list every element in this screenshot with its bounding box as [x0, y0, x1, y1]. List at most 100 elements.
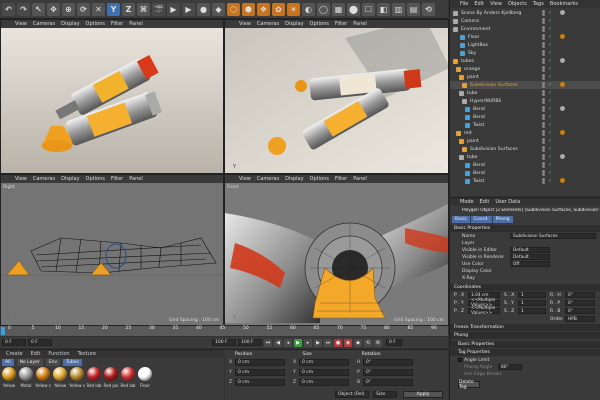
- om-menu-bookmarks[interactable]: Bookmarks: [550, 1, 578, 7]
- coord-s-input[interactable]: 1: [518, 308, 546, 314]
- material-swatch[interactable]: [53, 367, 67, 381]
- check-icon[interactable]: ✓: [548, 26, 553, 32]
- vp-menu-filter[interactable]: Filter: [111, 176, 123, 182]
- toolbar-tool-icon[interactable]: 🎬: [152, 2, 165, 16]
- coord-size-input[interactable]: 0 cm: [299, 369, 349, 376]
- coord-position-input[interactable]: 0 cm: [235, 359, 285, 366]
- check-icon[interactable]: ✓: [548, 42, 553, 48]
- object-tree-row[interactable]: Bend ✓: [450, 113, 600, 121]
- next-key-button[interactable]: ▶: [314, 338, 322, 347]
- check-icon[interactable]: ✓: [548, 10, 553, 16]
- visibility-dot-icon[interactable]: [542, 69, 545, 72]
- frame-end2-field[interactable]: 100 F: [238, 339, 262, 346]
- coord-s-input[interactable]: 1: [518, 300, 546, 306]
- visibility-dot-icon[interactable]: [542, 173, 545, 176]
- visibility-dot-icon[interactable]: [542, 45, 545, 48]
- toolbar-tool-icon[interactable]: ⟲: [422, 2, 435, 16]
- frame-end-field[interactable]: 100 F: [212, 339, 236, 346]
- visibility-dot-icon[interactable]: [542, 77, 545, 80]
- toolbar-tool-icon[interactable]: ⟳: [77, 2, 90, 16]
- loop-button[interactable]: ⟲: [364, 338, 372, 347]
- check-icon[interactable]: ✓: [548, 18, 553, 24]
- toolbar-tool-icon[interactable]: ↷: [17, 2, 30, 16]
- property-value-input[interactable]: Subdivision Surfaces: [510, 233, 596, 239]
- material-swatch[interactable]: [2, 367, 16, 381]
- toolbar-tool-icon[interactable]: Z: [122, 2, 135, 16]
- vp-menu-view[interactable]: View: [15, 21, 27, 27]
- om-menu-view[interactable]: View: [490, 1, 502, 7]
- object-tree-row[interactable]: Hyper/NURBS ✓: [450, 97, 600, 105]
- visibility-dot-icon[interactable]: [542, 29, 545, 32]
- vp-menu-cameras[interactable]: Cameras: [33, 176, 55, 182]
- mat-menu-create[interactable]: Create: [6, 351, 23, 357]
- material-swatch[interactable]: [121, 367, 135, 381]
- timeline-ruler[interactable]: 0 5 10 15 20 25 30 35 40 45 50 55 60 65 70 75 80 85 90: [0, 326, 448, 336]
- check-icon[interactable]: ✓: [548, 114, 553, 120]
- object-tree-row[interactable]: orange ✓: [450, 65, 600, 73]
- toolbar-tool-icon[interactable]: Y: [107, 2, 120, 16]
- visibility-dot-icon[interactable]: [542, 117, 545, 120]
- object-tree-row[interactable]: Scene By Anders Kjellberg ✓: [450, 9, 600, 17]
- prev-key-button[interactable]: ◀: [274, 338, 282, 347]
- mat-menu-function[interactable]: Function: [48, 351, 69, 357]
- toolbar-tool-icon[interactable]: ☀: [287, 2, 300, 16]
- toolbar-tool-icon[interactable]: ⬤: [347, 2, 360, 16]
- viewport-front[interactable]: View Cameras Display Options Filter Pane…: [224, 174, 449, 326]
- check-icon[interactable]: ✓: [548, 154, 553, 160]
- order-select[interactable]: HPB: [565, 316, 595, 322]
- check-icon[interactable]: ✓: [548, 50, 553, 56]
- object-tree-row[interactable]: Environment ✓: [450, 25, 600, 33]
- om-menu-file[interactable]: File: [460, 1, 468, 7]
- vp-menu-display[interactable]: Display: [285, 176, 303, 182]
- go-end-button[interactable]: ⏭: [324, 338, 332, 347]
- vp-menu-panel[interactable]: Panel: [353, 176, 367, 182]
- object-tree-row[interactable]: tube ✓: [450, 89, 600, 97]
- vp-menu-filter[interactable]: Filter: [335, 176, 347, 182]
- check-icon[interactable]: ✓: [548, 162, 553, 168]
- toolbar-tool-icon[interactable]: ↶: [2, 2, 15, 16]
- object-tree-row[interactable]: Floor ✓: [450, 33, 600, 41]
- vp-menu-options[interactable]: Options: [310, 176, 329, 182]
- right-frame-field[interactable]: 0 F: [386, 339, 402, 346]
- toolbar-tool-icon[interactable]: ⊕: [62, 2, 75, 16]
- coord-position-input[interactable]: 0 cm: [235, 369, 285, 376]
- tab-phong[interactable]: Phong: [492, 216, 513, 223]
- material-swatch[interactable]: [36, 367, 50, 381]
- prev-frame-button[interactable]: ◂: [284, 338, 292, 347]
- vp-menu-view[interactable]: View: [239, 21, 251, 27]
- object-tree-row[interactable]: Sky ✓: [450, 49, 600, 57]
- am-menu-mode[interactable]: Mode: [460, 199, 474, 205]
- visibility-dot-icon[interactable]: [542, 149, 545, 152]
- toolbar-tool-icon[interactable]: ✿: [272, 2, 285, 16]
- check-icon[interactable]: ✓: [548, 106, 553, 112]
- vp-menu-display[interactable]: Display: [61, 21, 79, 27]
- record-button[interactable]: ●: [334, 338, 342, 347]
- vp-menu-panel[interactable]: Panel: [129, 21, 143, 27]
- vp-menu-display[interactable]: Display: [61, 176, 79, 182]
- coord-p-input[interactable]: <<Multiple Values>>: [468, 306, 500, 316]
- coord-r-input[interactable]: 0°: [565, 300, 595, 306]
- frame-current-field[interactable]: 0 F: [28, 339, 52, 346]
- toolbar-tool-icon[interactable]: ✥: [47, 2, 60, 16]
- toolbar-tool-icon[interactable]: ▶: [167, 2, 180, 16]
- coord-position-input[interactable]: 0 cm: [235, 379, 285, 386]
- toolbar-tool-icon[interactable]: ●: [197, 2, 210, 16]
- toolbar-tool-icon[interactable]: ✕: [92, 2, 105, 16]
- material-swatch[interactable]: [70, 367, 84, 381]
- material-swatch[interactable]: [87, 367, 101, 381]
- visibility-dot-icon[interactable]: [542, 21, 545, 24]
- property-value-input[interactable]: Off: [510, 261, 550, 267]
- check-icon[interactable]: ✓: [548, 82, 553, 88]
- visibility-dot-icon[interactable]: [542, 13, 545, 16]
- toolbar-tool-icon[interactable]: ▦: [332, 2, 345, 16]
- object-tree-row[interactable]: tube ✓: [450, 153, 600, 161]
- vp-menu-cameras[interactable]: Cameras: [33, 21, 55, 27]
- frame-start-field[interactable]: 0 F: [2, 339, 26, 346]
- keyframe-button[interactable]: ◆: [354, 338, 362, 347]
- vp-menu-panel[interactable]: Panel: [129, 176, 143, 182]
- coord-rotation-input[interactable]: 0°: [363, 379, 413, 386]
- material-tag-icon[interactable]: [560, 10, 565, 15]
- material-tag-icon[interactable]: [560, 82, 565, 87]
- check-icon[interactable]: ✓: [548, 146, 553, 152]
- filter-no-layer[interactable]: No Layer: [16, 359, 43, 366]
